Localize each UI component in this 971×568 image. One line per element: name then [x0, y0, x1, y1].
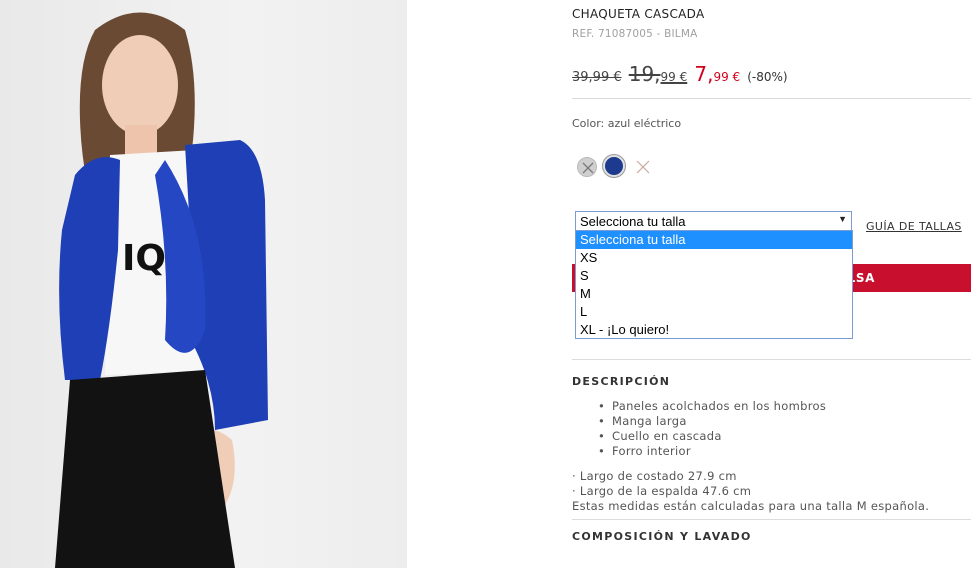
measurements: · Largo de costado 27.9 cm · Largo de la…	[572, 469, 929, 514]
description-list: Paneles acolchados en los hombros Manga …	[598, 399, 826, 459]
price-previous-main: 19,	[628, 62, 661, 86]
chevron-down-icon: ▼	[838, 214, 847, 224]
size-option[interactable]: L	[576, 303, 852, 321]
divider	[572, 98, 971, 99]
model-illustration: IQU	[55, 12, 268, 568]
price-current-main: 7,	[694, 62, 714, 86]
price-previous-cents: 99 €	[660, 70, 688, 84]
list-item: Forro interior	[598, 444, 826, 459]
price-block: 39,99 € 19,99 € 7,99 € (-80%)	[572, 62, 788, 90]
product-reference: REF. 71087005 - BILMA	[572, 28, 698, 40]
product-title: CHAQUETA CASCADA	[572, 7, 705, 21]
discount-badge: (-80%)	[747, 70, 788, 84]
price-current-cents: 99 €	[713, 70, 741, 84]
price-original: 39,99 €	[572, 70, 622, 85]
swatch-blue-selected[interactable]	[603, 155, 625, 177]
price-current: 7,99 €	[694, 62, 740, 86]
product-photo[interactable]: IQU	[0, 0, 407, 568]
size-option[interactable]: Selecciona tu talla	[576, 231, 852, 249]
cross-icon	[582, 162, 594, 174]
divider	[572, 359, 971, 360]
composition-title[interactable]: COMPOSICIÓN Y LAVADO	[572, 530, 752, 543]
color-label: Color: azul eléctrico	[572, 117, 682, 130]
size-option[interactable]: XL - ¡Lo quiero!	[576, 321, 852, 339]
divider	[572, 519, 971, 520]
swatch-grey-unavailable[interactable]	[577, 157, 597, 177]
measure-line: Estas medidas están calculadas para una …	[572, 499, 930, 513]
size-option[interactable]: S	[576, 267, 852, 285]
size-select-value: Selecciona tu talla	[580, 214, 686, 229]
list-item: Cuello en cascada	[598, 429, 826, 444]
description-title[interactable]: DESCRIPCIÓN	[572, 375, 670, 388]
price-previous: 19,99 €	[629, 62, 688, 86]
size-guide-link[interactable]: GUÍA DE TALLAS	[866, 220, 962, 233]
list-item: Paneles acolchados en los hombros	[598, 399, 826, 414]
list-item: Manga larga	[598, 414, 826, 429]
size-select[interactable]: Selecciona tu talla ▼	[575, 211, 852, 231]
swatch-unavailable[interactable]	[633, 157, 653, 177]
cross-icon	[636, 160, 650, 174]
size-option[interactable]: M	[576, 285, 852, 303]
measure-line: · Largo de costado 27.9 cm	[572, 469, 737, 483]
measure-line: · Largo de la espalda 47.6 cm	[572, 484, 752, 498]
size-dropdown-list[interactable]: Selecciona tu talla XS S M L XL - ¡Lo qu…	[575, 230, 853, 339]
size-option[interactable]: XS	[576, 249, 852, 267]
